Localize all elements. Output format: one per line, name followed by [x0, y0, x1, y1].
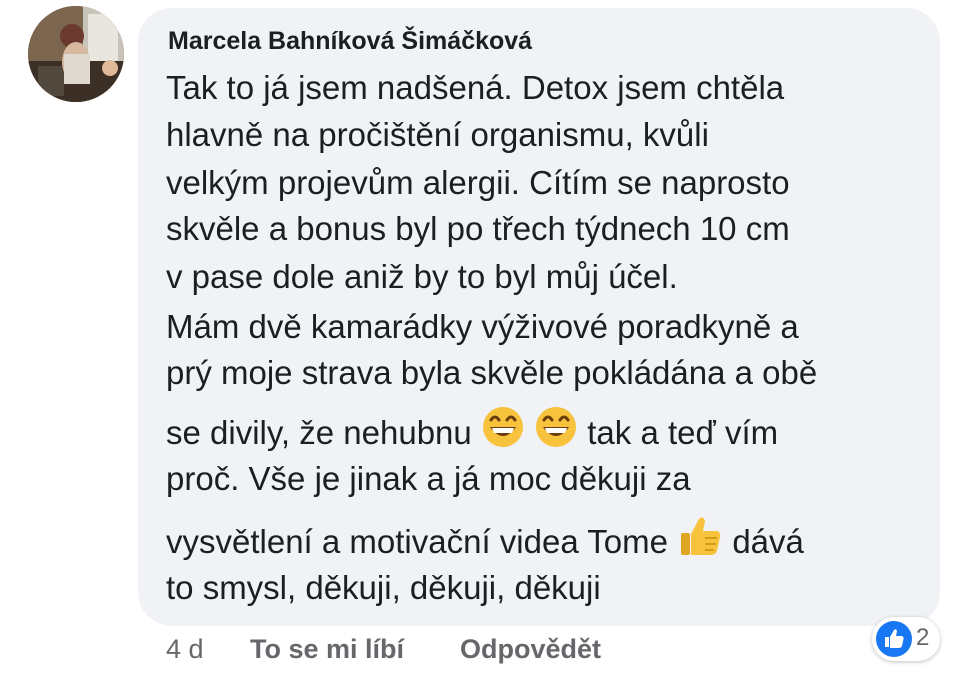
comment-line: Tak to já jsem nadšená. Detox jsem chtěl…	[166, 69, 785, 106]
comment-line: vysvětlení a motivační videa Tome dává	[166, 517, 804, 561]
comment-line: velkým projevům alergii. Cítím se napros…	[166, 164, 790, 201]
avatar-photo	[28, 6, 124, 102]
comment-line: v pase dole aniž by to byl můj účel.	[166, 258, 678, 295]
comment-line: hlavně na pročištění organismu, kvůli	[166, 116, 709, 153]
comment-line-part: dává	[732, 523, 804, 561]
comment-line-part: vysvětlení a motivační videa Tome	[166, 523, 668, 561]
avatar[interactable]	[28, 6, 124, 102]
comment-line: proč. Vše je jinak a já moc děkuji za	[166, 460, 691, 497]
comment-timestamp[interactable]: 4 d	[166, 634, 204, 665]
comment-line-part: tak a teď vím	[587, 414, 779, 452]
like-reaction-icon	[876, 621, 912, 657]
grinning-face-icon	[534, 405, 578, 458]
thumbs-up-icon	[677, 513, 723, 568]
grinning-face-icon	[481, 405, 525, 458]
comment-line: to smysl, děkuji, děkuji, děkuji	[166, 569, 601, 606]
reaction-count: 2	[916, 624, 930, 651]
comment-line: prý moje strava byla skvěle pokládána a …	[166, 354, 818, 391]
like-button[interactable]: To se mi líbí	[250, 634, 404, 665]
comment-line-part: se divily, že nehubnu	[166, 414, 472, 452]
comment-author[interactable]: Marcela Bahníková Šimáčková	[168, 27, 532, 56]
reactions-summary[interactable]: 2	[872, 617, 940, 661]
comment-line: skvěle a bonus byl po třech týdnech 10 c…	[166, 210, 790, 247]
comment-line: Mám dvě kamarádky výživové poradkyně a	[166, 308, 799, 345]
comment-line: se divily, že nehubnu tak a teď vím	[166, 407, 779, 452]
reply-button[interactable]: Odpovědět	[460, 634, 601, 665]
